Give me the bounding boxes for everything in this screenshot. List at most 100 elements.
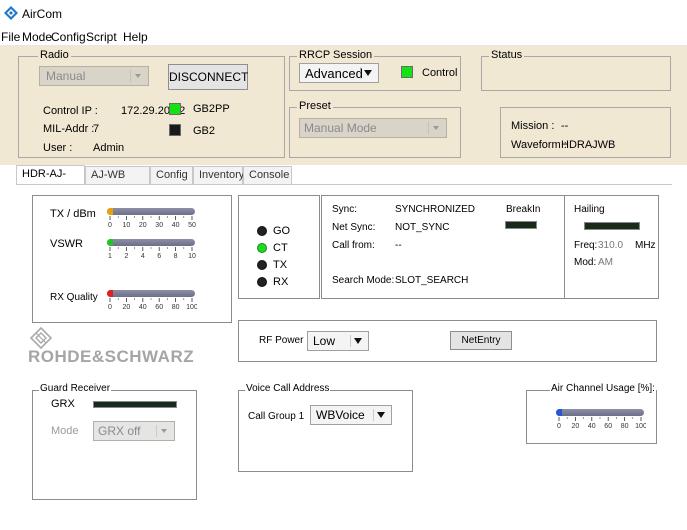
mil-addr-value: 7	[93, 123, 100, 135]
waveform-value: HDRAJWB	[561, 139, 616, 151]
vswr-tick-label: 8	[174, 253, 178, 260]
title-bar: AirCom	[0, 0, 687, 26]
menu-help[interactable]: Help	[123, 30, 148, 44]
call-group-value: WBVoice	[316, 408, 365, 422]
vswr-label: VSWR	[50, 238, 83, 250]
vswr-scale: 1 2 4 6 8 10	[108, 247, 196, 260]
tab-inventory[interactable]: Inventory	[193, 166, 244, 184]
call-from-value: --	[395, 240, 402, 251]
grx-mode-select[interactable]: GRX off	[93, 421, 175, 441]
tx-indicator	[257, 260, 267, 270]
tx-meter	[107, 208, 195, 215]
netentry-button[interactable]: NetEntry	[450, 331, 512, 350]
hailing-box: Hailing Freq: 310.0 MHz Mod: AM	[564, 195, 659, 299]
rf-power-value: Low	[313, 334, 336, 348]
tx-meter-fill	[107, 208, 113, 215]
tx-tick-label: 20	[139, 222, 147, 229]
freq-label: Freq:	[574, 240, 598, 251]
indicators-box: GO CT TX RX	[238, 195, 320, 299]
vswr-tick-label: 10	[188, 253, 196, 260]
radio-mode-select[interactable]: Manual	[39, 66, 149, 86]
mod-label: Mod:	[574, 257, 597, 268]
rx-quality-tick-label: 40	[139, 304, 147, 311]
guard-receiver-title: Guard Receiver	[39, 383, 112, 394]
rx-quality-tick-label: 100	[186, 304, 197, 311]
rx-quality-tick-label: 60	[155, 304, 163, 311]
tx-tick-label: 10	[123, 222, 131, 229]
rx-quality-scale: 0 20 40 60 80 100	[108, 298, 197, 311]
window-title: AirCom	[22, 7, 63, 21]
hailing-label: Hailing	[574, 204, 605, 215]
sync-value: SYNCHRONIZED	[395, 204, 476, 215]
call-group-select[interactable]: WBVoice	[310, 405, 392, 425]
tx-tick-label: 50	[188, 222, 196, 229]
rrcp-mode-value: Advanced	[305, 66, 363, 81]
grx-mode-value: GRX off	[98, 424, 141, 438]
gb2pp-label: GB2PP	[193, 103, 230, 115]
chevron-down-icon	[156, 425, 167, 437]
rf-power-select[interactable]: Low	[307, 331, 369, 351]
ct-label: CT	[273, 242, 288, 254]
preset-group-title: Preset	[297, 100, 333, 112]
break-in-label: BreakIn	[506, 204, 541, 215]
menu-script[interactable]: Script	[86, 30, 117, 44]
rx-quality-tick-label: 0	[108, 304, 112, 311]
grx-label: GRX	[51, 398, 75, 410]
net-sync-label: Net Sync:	[332, 222, 376, 233]
menu-mode[interactable]: Mode	[22, 30, 52, 44]
chevron-down-icon	[373, 409, 385, 421]
search-mode-label: Search Mode:	[332, 275, 395, 286]
user-label: User :	[43, 142, 73, 154]
tx-tick-label: 30	[155, 222, 163, 229]
menu-file[interactable]: File	[1, 30, 20, 44]
chevron-down-icon	[130, 70, 141, 82]
vswr-meter	[107, 239, 195, 246]
rrcp-mode-select[interactable]: Advanced	[299, 63, 379, 83]
tab-content: TX / dBm 0 10 20 30 40 50 VSWR 1 2 4 6 8 10 RX Qua…	[16, 184, 672, 525]
air-channel-title: Air Channel Usage [%]:	[550, 383, 656, 394]
gb2-label: GB2	[193, 125, 216, 137]
tab-config[interactable]: Config	[150, 166, 193, 184]
air-channel-tick-label: 60	[604, 423, 612, 430]
voice-call-title: Voice Call Address	[245, 383, 331, 394]
tab-aj-wb-cfg[interactable]: AJ-WB CFG	[85, 166, 150, 198]
call-from-label: Call from:	[332, 240, 375, 251]
rx-quality-meter	[107, 290, 195, 297]
freq-unit: MHz	[635, 240, 656, 251]
session-panel: Radio Manual DISCONNECT Control IP : 172…	[0, 46, 687, 165]
air-channel-meter-fill	[556, 409, 562, 416]
disconnect-button[interactable]: DISCONNECT	[168, 64, 248, 90]
preset-select[interactable]: Manual Mode	[299, 118, 447, 138]
rx-quality-meter-fill	[107, 290, 113, 297]
sync-box: Sync: SYNCHRONIZED BreakIn Net Sync: NOT…	[321, 195, 568, 299]
rx-quality-tick-label: 80	[172, 304, 180, 311]
rf-power-label: RF Power	[259, 335, 304, 346]
go-label: GO	[273, 225, 291, 237]
chevron-down-icon	[360, 67, 372, 79]
chevron-down-icon	[428, 122, 439, 134]
menu-bar: File Mode Config Script Help	[0, 27, 687, 46]
vswr-tick-label: 4	[141, 253, 145, 260]
brand-wordmark: ROHDE&SCHWARZ	[28, 347, 195, 366]
gb2-led	[169, 124, 181, 136]
air-channel-scale: 0 20 40 60 80 100	[557, 417, 646, 430]
rx-label: RX	[273, 276, 289, 288]
tx-indicator-label: TX	[273, 259, 288, 271]
menu-config[interactable]: Config	[51, 30, 86, 44]
mission-label: Mission :	[511, 120, 555, 132]
mil-addr-label: MIL-Addr :	[43, 123, 95, 135]
grx-mode-label: Mode	[51, 425, 79, 437]
break-in-indicator	[505, 221, 537, 229]
waveform-label: Waveform :	[511, 139, 567, 151]
tab-console[interactable]: Console	[243, 166, 292, 184]
tab-hdr-aj-wb[interactable]: HDR-AJ-WB	[16, 165, 85, 197]
hailing-indicator	[584, 222, 640, 230]
tx-scale: 0 10 20 30 40 50	[108, 216, 196, 229]
voice-call-box	[238, 390, 413, 472]
meters-box: TX / dBm 0 10 20 30 40 50 VSWR 1 2 4 6 8 10 RX Qua…	[32, 195, 232, 323]
user-value: Admin	[93, 142, 125, 154]
air-channel-tick-label: 80	[621, 423, 629, 430]
tx-label: TX / dBm	[50, 208, 96, 220]
app-logo-icon	[4, 6, 18, 20]
vswr-tick-label: 1	[108, 253, 112, 260]
